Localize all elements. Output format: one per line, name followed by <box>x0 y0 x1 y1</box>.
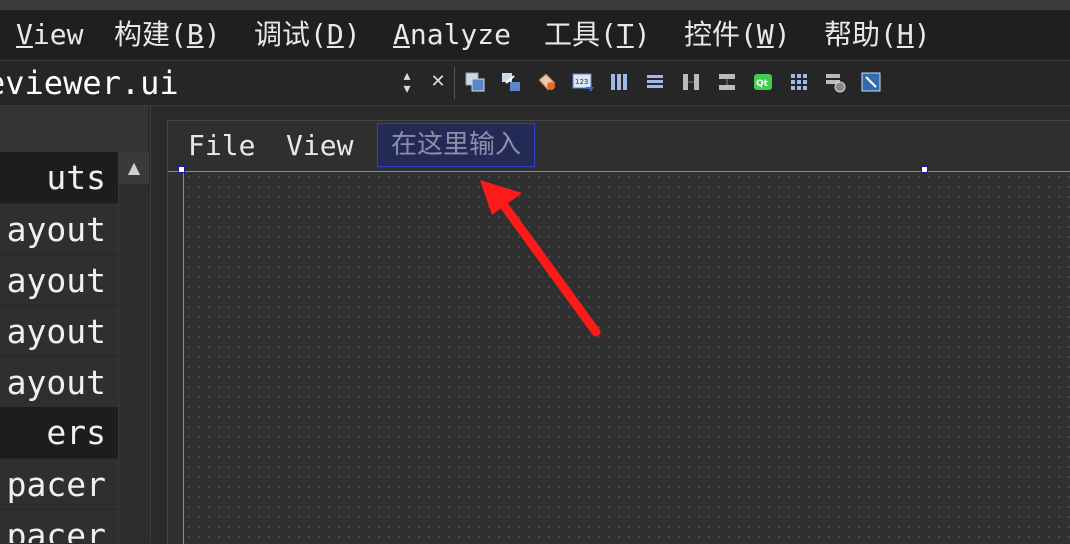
svg-text:123: 123 <box>575 78 588 86</box>
main-window-form[interactable]: File View 在这里输入 <box>167 120 1070 544</box>
category-spacers[interactable]: ers <box>0 407 118 458</box>
menu-help-suffix: ) <box>913 18 931 51</box>
list-item-horizontal-layout[interactable]: ayout <box>0 254 118 306</box>
menu-widgets-mnemonic: W <box>756 18 774 51</box>
list-item-label: ayout <box>6 312 106 351</box>
edit-signals-slots-icon[interactable] <box>500 71 522 93</box>
menu-tools[interactable]: 工具(T) <box>544 16 651 54</box>
form-menu-file[interactable]: File <box>188 126 255 166</box>
menu-debug-mnemonic: D <box>326 18 344 51</box>
edit-buddies-icon[interactable] <box>536 71 558 93</box>
list-item-vertical-layout[interactable]: ayout <box>0 203 118 255</box>
layout-vertical-icon[interactable] <box>644 71 666 93</box>
list-item-grid-layout[interactable]: ayout <box>0 305 118 357</box>
form-editor-area: File View 在这里输入 <box>150 106 1070 544</box>
widget-box-panel: uts ayout ayout ayout ayout ers pacer pa… <box>0 106 149 543</box>
selection-handle-middle[interactable] <box>921 166 928 173</box>
menu-help-mnemonic: H <box>896 18 914 51</box>
menu-debug-suffix: ) <box>343 18 361 51</box>
edit-tab-order-icon[interactable]: 123 <box>572 71 594 93</box>
form-menu-view[interactable]: View <box>286 126 353 166</box>
scroll-up-arrow-icon[interactable]: ▲ <box>119 152 149 185</box>
widget-box-list: uts ayout ayout ayout ayout ers pacer pa… <box>0 152 118 543</box>
layout-form-icon[interactable]: Qt <box>752 71 774 93</box>
menu-help-label: 帮助( <box>824 18 897 51</box>
category-label: ers <box>46 413 106 452</box>
layout-horizontal-splitter-icon[interactable] <box>680 71 702 93</box>
qt-logo-text: Qt <box>756 79 769 89</box>
menu-tools-mnemonic: T <box>616 18 634 51</box>
menu-debug[interactable]: 调试(D) <box>254 16 361 54</box>
list-item-label: pacer <box>6 465 106 504</box>
widget-box-filter-header <box>0 106 148 153</box>
central-widget-canvas[interactable] <box>183 172 1070 544</box>
window-top-strip <box>0 0 1070 10</box>
menu-help[interactable]: 帮助(H) <box>824 16 931 54</box>
list-item-label: ayout <box>6 363 106 402</box>
list-item-vertical-spacer[interactable]: pacer <box>0 509 118 543</box>
list-item-form-layout[interactable]: ayout <box>0 356 118 408</box>
list-item-label: ayout <box>6 261 106 300</box>
menu-widgets[interactable]: 控件(W) <box>684 16 791 54</box>
edit-widgets-icon[interactable] <box>464 71 486 93</box>
menu-build-suffix: ) <box>203 18 221 51</box>
toolbar-separator <box>454 67 455 99</box>
menu-analyze-label: nalyze <box>409 18 512 51</box>
menu-view-label: iew <box>32 18 84 51</box>
layout-vertical-splitter-icon[interactable] <box>716 71 738 93</box>
list-item-horizontal-spacer[interactable]: pacer <box>0 458 118 510</box>
combo-updown-icon[interactable]: ▴ ▾ <box>398 69 416 96</box>
menu-build-mnemonic: B <box>186 18 204 51</box>
category-label: uts <box>46 158 106 197</box>
menu-analyze-mnemonic: A <box>393 18 410 51</box>
layout-grid-icon[interactable] <box>788 71 810 93</box>
document-name: eviewer.ui <box>0 64 179 102</box>
menu-debug-label: 调试( <box>254 18 327 51</box>
widget-box-scrollbar[interactable]: ▲ <box>118 152 149 543</box>
menu-widgets-label: 控件( <box>684 18 757 51</box>
list-item-label: ayout <box>6 210 106 249</box>
main-menubar: View 构建(B) 调试(D) Analyze 工具(T) 控件(W) 帮助(… <box>0 10 1070 61</box>
close-document-icon[interactable]: ✕ <box>428 69 448 95</box>
designer-toolbar: eviewer.ui ▴ ▾ ✕ 123 Qt <box>0 61 1070 106</box>
menu-view[interactable]: View <box>16 16 83 54</box>
selection-handle-left[interactable] <box>178 166 185 173</box>
menu-widgets-suffix: ) <box>773 18 791 51</box>
type-here-menu-entry[interactable]: 在这里输入 <box>377 123 535 167</box>
menu-build[interactable]: 构建(B) <box>114 16 221 54</box>
break-layout-icon[interactable] <box>824 71 846 93</box>
menu-tools-label: 工具( <box>544 18 617 51</box>
menu-view-mnemonic: V <box>16 18 33 51</box>
adjust-size-icon[interactable] <box>860 71 882 93</box>
list-item-label: pacer <box>6 516 106 543</box>
menu-tools-suffix: ) <box>633 18 651 51</box>
menu-analyze[interactable]: Analyze <box>393 16 511 54</box>
menu-build-label: 构建( <box>114 18 187 51</box>
open-document-combo[interactable]: eviewer.ui ▴ ▾ <box>0 61 420 105</box>
layout-horizontal-icon[interactable] <box>608 71 630 93</box>
form-menubar[interactable]: File View 在这里输入 <box>168 121 1070 172</box>
category-layouts[interactable]: uts <box>0 152 118 203</box>
